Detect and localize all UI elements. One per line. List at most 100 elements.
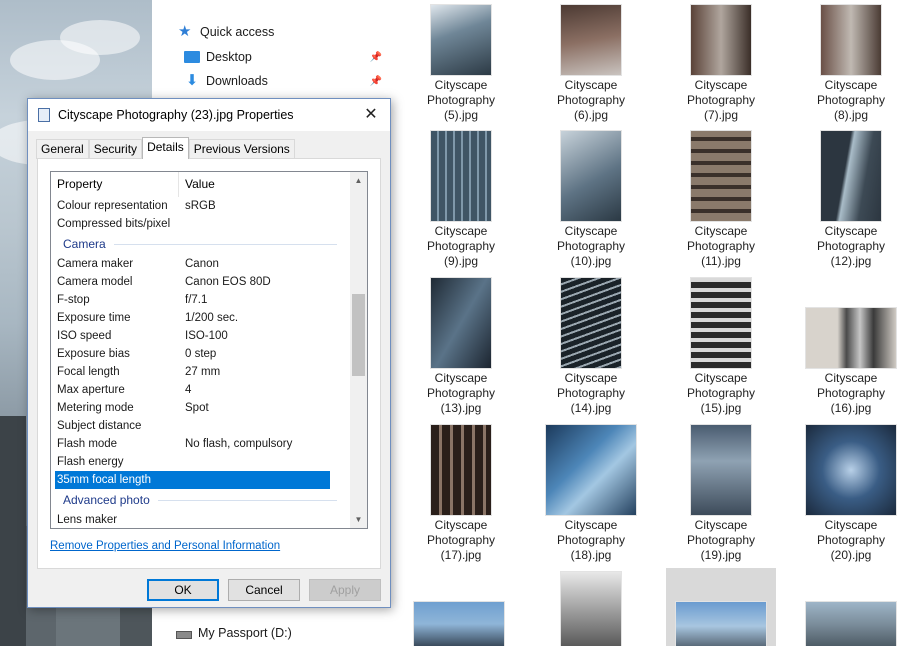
file-item-selected[interactable] bbox=[666, 568, 776, 646]
file-thumbnail bbox=[676, 602, 766, 646]
file-thumbnail bbox=[561, 131, 621, 221]
tab-security[interactable]: Security bbox=[88, 139, 143, 159]
scrollbar-thumb[interactable] bbox=[352, 294, 365, 376]
file-thumbnail bbox=[414, 602, 504, 646]
nav-drive-label: My Passport (D:) bbox=[198, 626, 292, 640]
details-panel: Property Value Colour representation sRGB… bbox=[37, 158, 381, 569]
file-name: Cityscape Photography (12).jpg bbox=[816, 224, 886, 268]
dialog-titlebar[interactable]: Cityscape Photography (23).jpg Propertie… bbox=[28, 99, 390, 131]
file-item[interactable] bbox=[536, 572, 646, 646]
file-thumbnail bbox=[546, 425, 636, 515]
file-item[interactable]: Cityscape Photography (20).jpg bbox=[796, 425, 906, 563]
file-item[interactable] bbox=[406, 602, 516, 646]
tab-general[interactable]: General bbox=[36, 139, 89, 159]
file-item[interactable]: Cityscape Photography (17).jpg bbox=[406, 425, 516, 563]
file-thumbnail bbox=[431, 278, 491, 368]
file-item[interactable]: Cityscape Photography (7).jpg bbox=[666, 5, 776, 123]
file-name: Cityscape Photography (17).jpg bbox=[426, 518, 496, 562]
property-row[interactable]: Compressed bits/pixel bbox=[51, 215, 351, 233]
file-thumbnail bbox=[821, 5, 881, 75]
file-thumbnail bbox=[691, 5, 751, 75]
file-thumbnail bbox=[431, 425, 491, 515]
file-item[interactable]: Cityscape Photography (9).jpg bbox=[406, 131, 516, 269]
property-row[interactable]: Max aperture 4 bbox=[51, 381, 351, 399]
file-item[interactable]: Cityscape Photography (13).jpg bbox=[406, 278, 516, 416]
divider bbox=[113, 243, 337, 245]
column-header-value[interactable]: Value bbox=[179, 172, 329, 197]
property-row[interactable]: Camera maker Canon bbox=[51, 255, 351, 273]
property-row[interactable]: Focal length 27 mm bbox=[51, 363, 351, 381]
drive-icon bbox=[176, 631, 192, 639]
file-name: Cityscape Photography (10).jpg bbox=[556, 224, 626, 268]
desktop-icon bbox=[184, 51, 200, 63]
file-item[interactable]: Cityscape Photography (18).jpg bbox=[536, 425, 646, 563]
property-row[interactable]: Metering mode Spot bbox=[51, 399, 351, 417]
file-name: Cityscape Photography (15).jpg bbox=[686, 371, 756, 415]
file-item[interactable] bbox=[796, 602, 906, 646]
file-thumbnail bbox=[431, 5, 491, 75]
properties-dialog: Cityscape Photography (23).jpg Propertie… bbox=[27, 98, 391, 608]
file-item[interactable]: Cityscape Photography (15).jpg bbox=[666, 278, 776, 416]
nav-drive-d[interactable]: My Passport (D:) bbox=[176, 622, 292, 644]
property-row[interactable]: Colour representation sRGB bbox=[51, 197, 351, 215]
nav-desktop[interactable]: Desktop 📌 bbox=[184, 46, 390, 68]
close-icon[interactable]: ✕ bbox=[360, 105, 382, 125]
tab-details[interactable]: Details bbox=[142, 137, 189, 159]
scroll-up-arrow-icon[interactable]: ▲ bbox=[350, 172, 367, 189]
file-name: Cityscape Photography (9).jpg bbox=[426, 224, 496, 268]
file-thumbnail bbox=[691, 131, 751, 221]
file-thumbnail bbox=[691, 278, 751, 368]
property-row[interactable]: Subject distance bbox=[51, 417, 351, 435]
file-item[interactable]: Cityscape Photography (16).jpg bbox=[796, 308, 906, 416]
file-name: Cityscape Photography (19).jpg bbox=[686, 518, 756, 562]
file-thumbnail bbox=[806, 425, 896, 515]
property-row-selected[interactable]: 35mm focal length bbox=[55, 471, 330, 489]
property-row[interactable]: ISO speed ISO-100 bbox=[51, 327, 351, 345]
list-body: Colour representation sRGB Compressed bit… bbox=[51, 197, 351, 528]
file-name: Cityscape Photography (6).jpg bbox=[556, 78, 626, 122]
image-file-icon bbox=[38, 108, 50, 122]
file-name: Cityscape Photography (7).jpg bbox=[686, 78, 756, 122]
property-row[interactable]: Exposure time 1/200 sec. bbox=[51, 309, 351, 327]
file-item[interactable]: Cityscape Photography (19).jpg bbox=[666, 425, 776, 563]
file-thumbnail bbox=[806, 308, 896, 368]
nav-desktop-label: Desktop bbox=[206, 50, 252, 64]
dialog-title: Cityscape Photography (23).jpg Propertie… bbox=[58, 108, 294, 122]
property-row[interactable]: F-stop f/7.1 bbox=[51, 291, 351, 309]
file-thumbnail bbox=[806, 602, 896, 646]
file-item[interactable]: Cityscape Photography (11).jpg bbox=[666, 131, 776, 269]
file-thumbnail bbox=[821, 131, 881, 221]
property-row[interactable]: Flash mode No flash, compulsory bbox=[51, 435, 351, 453]
nav-quick-access[interactable]: ★ Quick access bbox=[178, 21, 274, 43]
vertical-scrollbar[interactable]: ▲ ▼ bbox=[350, 172, 367, 528]
group-header-advanced-photo: Advanced photo bbox=[51, 489, 351, 511]
property-row[interactable]: Lens maker bbox=[51, 511, 351, 528]
scroll-down-arrow-icon[interactable]: ▼ bbox=[350, 511, 367, 528]
property-list[interactable]: Property Value Colour representation sRGB… bbox=[50, 171, 368, 529]
column-header-property[interactable]: Property bbox=[51, 172, 179, 197]
ok-button[interactable]: OK bbox=[147, 579, 219, 601]
property-row[interactable]: Flash energy bbox=[51, 453, 351, 471]
file-name: Cityscape Photography (8).jpg bbox=[816, 78, 886, 122]
nav-downloads[interactable]: ⬇ Downloads 📌 bbox=[184, 70, 390, 92]
file-item[interactable]: Cityscape Photography (10).jpg bbox=[536, 131, 646, 269]
nav-downloads-label: Downloads bbox=[206, 74, 268, 88]
file-item[interactable]: Cityscape Photography (8).jpg bbox=[796, 5, 906, 123]
file-item[interactable]: Cityscape Photography (5).jpg bbox=[406, 5, 516, 123]
remove-properties-link[interactable]: Remove Properties and Personal Informati… bbox=[50, 540, 280, 552]
apply-button[interactable]: Apply bbox=[309, 579, 381, 601]
pin-icon: 📌 bbox=[369, 75, 382, 87]
file-name: Cityscape Photography (18).jpg bbox=[556, 518, 626, 562]
tab-previous-versions[interactable]: Previous Versions bbox=[188, 139, 295, 159]
property-row[interactable]: Exposure bias 0 step bbox=[51, 345, 351, 363]
file-item[interactable]: Cityscape Photography (12).jpg bbox=[796, 131, 906, 269]
star-icon: ★ bbox=[178, 23, 192, 40]
nav-quick-access-label: Quick access bbox=[200, 25, 275, 39]
file-name: Cityscape Photography (13).jpg bbox=[426, 371, 496, 415]
divider bbox=[157, 499, 337, 501]
pin-icon: 📌 bbox=[369, 51, 382, 63]
property-row[interactable]: Camera model Canon EOS 80D bbox=[51, 273, 351, 291]
file-item[interactable]: Cityscape Photography (6).jpg bbox=[536, 5, 646, 123]
cancel-button[interactable]: Cancel bbox=[228, 579, 300, 601]
file-item[interactable]: Cityscape Photography (14).jpg bbox=[536, 278, 646, 416]
